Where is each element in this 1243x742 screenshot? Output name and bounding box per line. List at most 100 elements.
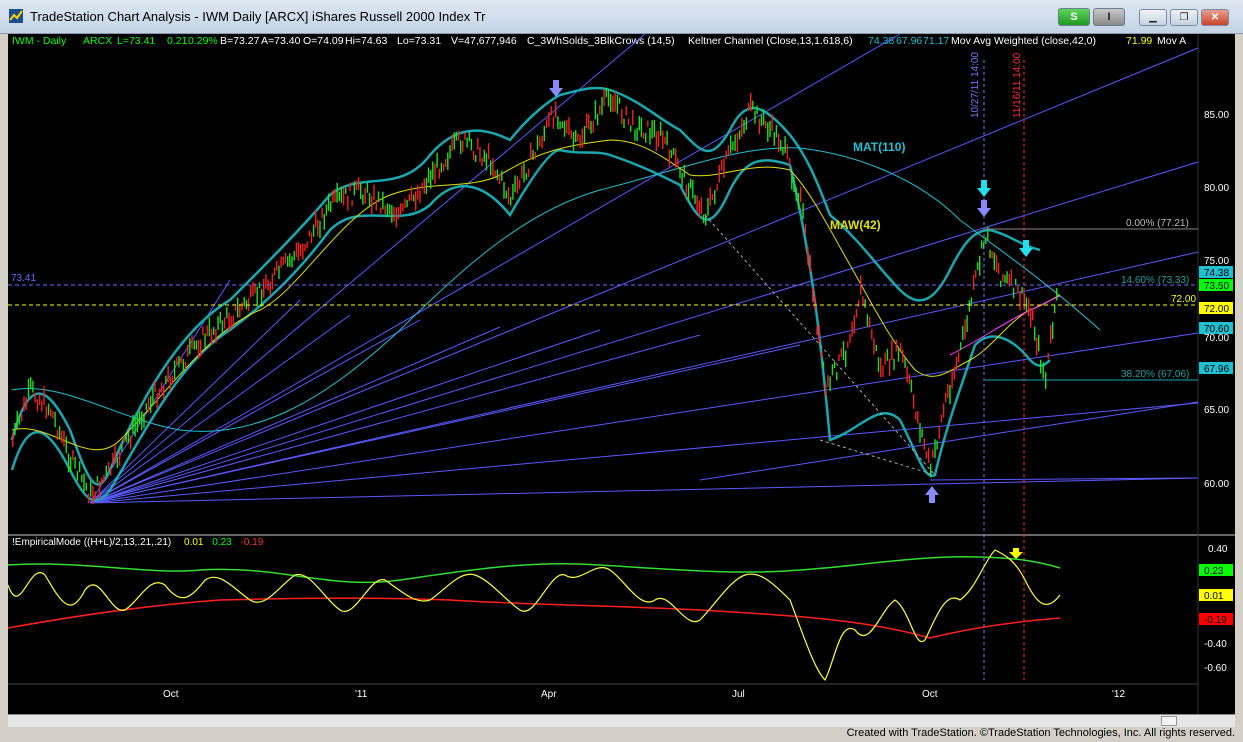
- header-open: O=74.09: [303, 35, 344, 47]
- price-bar: [375, 199, 377, 211]
- price-bar: [968, 300, 970, 312]
- fib-0-label: 0.00% (77.21): [1126, 218, 1189, 229]
- window-title: TradeStation Chart Analysis - IWM Daily …: [30, 9, 486, 24]
- maw-label: MAW(42): [830, 218, 881, 232]
- emd-upper-line[interactable]: [7, 556, 1061, 584]
- header-vol: V=47,677,946: [451, 35, 517, 47]
- price-tag: 73.50: [1204, 281, 1229, 292]
- lower-tags: 0.23 0.01 -0.19: [1199, 564, 1233, 626]
- price-bar: [754, 110, 756, 124]
- price-bar: [21, 414, 23, 422]
- header-chg: 0.21: [167, 35, 188, 47]
- price-bar: [12, 432, 14, 447]
- price-bar: [32, 380, 34, 393]
- price-bar: [630, 125, 632, 132]
- price-bar: [756, 105, 758, 114]
- price-bar: [23, 396, 25, 412]
- price-bar: [709, 187, 711, 206]
- price-bar: [616, 94, 619, 114]
- price-tick: 75.00: [1204, 256, 1229, 267]
- scrollbar-thumb[interactable]: [1161, 716, 1177, 726]
- price-bar: [330, 201, 332, 212]
- chart-svg[interactable]: IWM - Daily ARCX L=73.41 0.21 0.29% B=73…: [7, 33, 1235, 714]
- price-bar: [877, 357, 880, 372]
- date1-label: 10/27/11 14:00: [970, 52, 981, 118]
- price-bar: [1056, 288, 1058, 301]
- price-bar: [962, 326, 964, 341]
- price-bar: [269, 281, 271, 296]
- minimize-button[interactable]: ▁: [1139, 9, 1167, 26]
- price-bar: [178, 355, 180, 368]
- emd-signal-line[interactable]: [7, 549, 1061, 682]
- price-bar: [698, 200, 700, 218]
- fib-14-label: 14.60% (73.33): [1121, 275, 1189, 286]
- time-axis[interactable]: Oct '11 Apr Jul Oct '12: [163, 689, 1125, 700]
- price-bar: [592, 120, 594, 133]
- price-bar: [908, 374, 910, 385]
- emd-lower-line[interactable]: [7, 597, 1061, 639]
- price-bar: [210, 328, 213, 345]
- price-bar: [771, 114, 773, 132]
- price-bar: [45, 406, 47, 419]
- price-bar: [820, 351, 823, 358]
- price-bar: [87, 493, 90, 504]
- price-bar: [1021, 286, 1023, 294]
- price-bar: [702, 214, 705, 224]
- price-bar: [647, 120, 649, 127]
- lower-v2: 0.23: [212, 537, 232, 548]
- price-bar: [430, 170, 432, 189]
- price-bar: [219, 311, 221, 324]
- close-button[interactable]: ✕: [1201, 9, 1229, 26]
- price-bar: [78, 461, 81, 473]
- price-bar: [182, 359, 184, 372]
- price-bar: [645, 133, 647, 143]
- price-bar: [1036, 337, 1038, 356]
- price-bar: [809, 254, 811, 273]
- date2-label: 11/16/11 14:00: [1012, 52, 1023, 118]
- price-bar: [696, 195, 698, 212]
- price-bar: [94, 491, 96, 500]
- strategy-button[interactable]: S: [1058, 8, 1090, 26]
- header-high: Hi=74.63: [345, 35, 387, 47]
- price-bar: [423, 178, 425, 194]
- price-bar: [543, 125, 545, 142]
- price-bar: [947, 384, 949, 398]
- restore-button[interactable]: ❐: [1170, 9, 1198, 26]
- price-bar: [243, 297, 245, 307]
- price-bar: [566, 120, 568, 134]
- price-bar: [985, 237, 987, 244]
- price-bar: [860, 275, 862, 295]
- price-axis[interactable]: 85.00 80.00 75.00 70.00 65.00 60.00: [1204, 110, 1229, 490]
- price-bar: [134, 417, 136, 437]
- header-maw: Mov Avg Weighted (close,42,0): [951, 35, 1096, 47]
- price-bar: [738, 130, 741, 140]
- price-bar: [193, 340, 195, 350]
- price-bar: [440, 162, 443, 173]
- price-bar: [923, 438, 925, 450]
- price-bar: [1040, 359, 1042, 374]
- header-keltner: Keltner Channel (Close,13,1.618,6): [688, 35, 853, 47]
- price-bar: [114, 445, 116, 462]
- price-bar: [981, 240, 983, 249]
- price-bar: [425, 177, 428, 194]
- price-bar: [601, 97, 603, 116]
- time-tick: Oct: [163, 689, 179, 700]
- gann-fan[interactable]: [89, 33, 1199, 504]
- info-button[interactable]: I: [1093, 8, 1125, 26]
- price-bar: [462, 140, 464, 152]
- price-bar: [718, 164, 720, 183]
- chart-area[interactable]: IWM - Daily ARCX L=73.41 0.21 0.29% B=73…: [7, 33, 1235, 714]
- price-bar: [258, 282, 261, 289]
- price-bar: [614, 91, 616, 112]
- price-bar: [588, 114, 590, 130]
- price-bar: [197, 339, 200, 360]
- price-bar: [158, 388, 161, 397]
- price-bar: [306, 241, 308, 249]
- price-bar: [349, 182, 351, 191]
- horizontal-scrollbar[interactable]: [8, 714, 1235, 727]
- lower-tick: -0.60: [1204, 663, 1227, 674]
- lower-axis[interactable]: 0.40 0.00 -0.40 -0.60: [1204, 544, 1228, 674]
- price-bar: [745, 117, 747, 130]
- price-bar: [953, 366, 955, 380]
- keltner-lower[interactable]: [10, 148, 1051, 502]
